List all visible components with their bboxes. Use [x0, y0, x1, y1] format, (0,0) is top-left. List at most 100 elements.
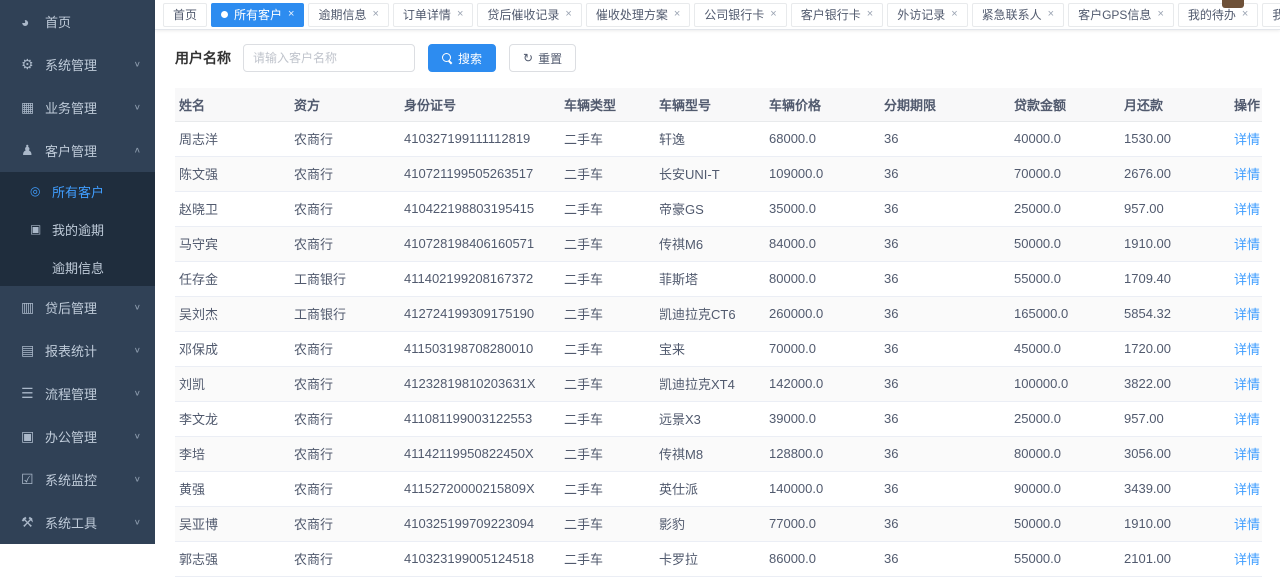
- tab-9[interactable]: 紧急联系人 ×: [972, 3, 1064, 27]
- cell: 55000.0: [1010, 541, 1120, 576]
- cell: 二手车: [560, 506, 655, 541]
- cell: 二手车: [560, 191, 655, 226]
- tab-2[interactable]: 逾期信息×: [308, 3, 388, 27]
- chevron-icon: ∨: [134, 103, 141, 112]
- table-row: 邓保成农商行411503198708280010二手车宝来70000.03645…: [175, 331, 1262, 366]
- close-icon[interactable]: ×: [770, 9, 776, 20]
- tab-10[interactable]: 客户GPS信息×: [1068, 3, 1174, 27]
- submenu-item-label: 我的逾期: [52, 220, 104, 239]
- tab-11[interactable]: 我的待办×: [1178, 3, 1258, 27]
- close-icon[interactable]: ×: [372, 9, 378, 20]
- tab-7[interactable]: 客户银行卡 ×: [791, 3, 883, 27]
- detail-link[interactable]: 详情: [1234, 552, 1260, 567]
- table-row: 赵晓卫农商行410422198803195415二手车帝豪GS35000.036…: [175, 191, 1262, 226]
- sidebar-item-2[interactable]: ▦业务管理∨: [0, 86, 155, 129]
- cell: 二手车: [560, 436, 655, 471]
- detail-link[interactable]: 详情: [1234, 307, 1260, 322]
- detail-link[interactable]: 详情: [1234, 202, 1260, 217]
- close-icon[interactable]: ×: [457, 9, 463, 20]
- avatar[interactable]: [1222, 0, 1244, 8]
- search-button-label: 搜索: [458, 50, 482, 67]
- sidebar-item-label: 客户管理: [45, 141, 134, 160]
- cell: 5854.32: [1120, 296, 1225, 331]
- detail-link[interactable]: 详情: [1234, 132, 1260, 147]
- detail-link[interactable]: 详情: [1234, 412, 1260, 427]
- cell: 45000.0: [1010, 331, 1120, 366]
- detail-link[interactable]: 详情: [1234, 447, 1260, 462]
- submenu-item-2[interactable]: 逾期信息: [0, 248, 155, 286]
- cell: 凯迪拉克CT6: [655, 296, 765, 331]
- cell: 二手车: [560, 541, 655, 576]
- cell: 140000.0: [765, 471, 880, 506]
- detail-link[interactable]: 详情: [1234, 272, 1260, 287]
- chevron-icon: ∨: [134, 303, 141, 312]
- detail-link[interactable]: 详情: [1234, 517, 1260, 532]
- close-icon[interactable]: ×: [565, 9, 571, 20]
- active-dot-icon: [221, 11, 228, 18]
- cell: 吴亚博: [175, 506, 290, 541]
- sidebar-item-label: 报表统计: [45, 341, 134, 360]
- cell: 128800.0: [765, 436, 880, 471]
- tab-label: 紧急联系人: [982, 6, 1042, 23]
- tab-5[interactable]: 催收处理方案×: [586, 3, 690, 27]
- sidebar-item-1[interactable]: ⚙系统管理∨: [0, 43, 155, 86]
- sidebar-item-5[interactable]: ▤报表统计∨: [0, 329, 155, 372]
- tab-4[interactable]: 贷后催收记录×: [477, 3, 581, 27]
- cell: 36: [880, 121, 1010, 156]
- detail-link[interactable]: 详情: [1234, 482, 1260, 497]
- close-icon[interactable]: ×: [951, 9, 957, 20]
- cell: 36: [880, 296, 1010, 331]
- sidebar-item-9[interactable]: ⚒系统工具∨: [0, 501, 155, 544]
- close-icon[interactable]: ×: [1048, 9, 1054, 20]
- sidebar-item-4[interactable]: ▥贷后管理∨: [0, 286, 155, 329]
- cell: 刘凯: [175, 366, 290, 401]
- column-header-0: 姓名: [175, 88, 290, 121]
- cell: 农商行: [290, 156, 400, 191]
- action-cell: 详情: [1225, 436, 1262, 471]
- cell: 36: [880, 471, 1010, 506]
- detail-link[interactable]: 详情: [1234, 377, 1260, 392]
- close-icon[interactable]: ×: [867, 9, 873, 20]
- submenu-item-0[interactable]: ◎所有客户: [0, 172, 155, 210]
- sidebar-item-3[interactable]: ♟客户管理∧: [0, 129, 155, 172]
- tab-1[interactable]: 所有客户×: [211, 3, 304, 27]
- table-row: 吴亚博农商行410325199709223094二手车影豹77000.03650…: [175, 506, 1262, 541]
- detail-link[interactable]: 详情: [1234, 342, 1260, 357]
- table-row: 周志洋农商行410327199111112819二手车轩逸68000.03640…: [175, 121, 1262, 156]
- close-icon[interactable]: ×: [674, 9, 680, 20]
- sidebar-item-label: 系统管理: [45, 55, 134, 74]
- sidebar-item-label: 业务管理: [45, 98, 134, 117]
- sidebar-item-6[interactable]: ☰流程管理∨: [0, 372, 155, 415]
- tab-bar: 首页×所有客户×逾期信息×订单详情×贷后催收记录×催收处理方案×公司银行卡×客户…: [155, 0, 1280, 30]
- tab-0[interactable]: 首页×: [163, 3, 207, 27]
- submenu-item-1[interactable]: ▣我的逾期: [0, 210, 155, 248]
- cell: 411402199208167372: [400, 261, 560, 296]
- column-header-3: 车辆类型: [560, 88, 655, 121]
- cell: 农商行: [290, 226, 400, 261]
- cell: 84000.0: [765, 226, 880, 261]
- detail-link[interactable]: 详情: [1234, 167, 1260, 182]
- action-cell: 详情: [1225, 191, 1262, 226]
- cell: 郭志强: [175, 541, 290, 576]
- customer-name-input[interactable]: [243, 44, 415, 72]
- tab-label: 客户银行卡: [801, 6, 861, 23]
- close-icon[interactable]: ×: [1242, 9, 1248, 20]
- search-button[interactable]: 搜索: [428, 44, 496, 72]
- tab-12[interactable]: 我的流程×: [1262, 3, 1280, 27]
- sidebar-item-0[interactable]: ◕首页: [0, 0, 155, 43]
- sidebar-item-7[interactable]: ▣办公管理∨: [0, 415, 155, 458]
- cell: 1720.00: [1120, 331, 1225, 366]
- sidebar-item-label: 系统工具: [45, 513, 134, 532]
- close-icon[interactable]: ×: [1157, 9, 1163, 20]
- cell: 农商行: [290, 436, 400, 471]
- close-icon[interactable]: ×: [288, 9, 294, 20]
- detail-link[interactable]: 详情: [1234, 237, 1260, 252]
- tab-6[interactable]: 公司银行卡×: [694, 3, 786, 27]
- tab-3[interactable]: 订单详情×: [393, 3, 473, 27]
- sidebar-item-8[interactable]: ☑系统监控∨: [0, 458, 155, 501]
- tab-8[interactable]: 外访记录×: [887, 3, 967, 27]
- reset-button[interactable]: ↻ 重置: [509, 44, 576, 72]
- cell: 411503198708280010: [400, 331, 560, 366]
- cell: 赵晓卫: [175, 191, 290, 226]
- action-cell: 详情: [1225, 121, 1262, 156]
